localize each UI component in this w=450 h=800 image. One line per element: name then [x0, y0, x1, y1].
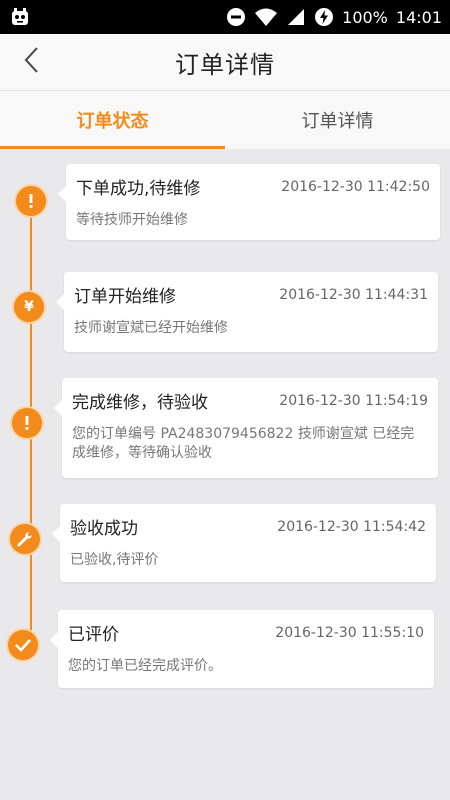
- status-time: 2016-12-30 11:55:10: [275, 624, 424, 641]
- timeline-node-exclamation-icon: [12, 408, 42, 438]
- timeline-node-exclamation-icon: [16, 186, 46, 216]
- status-desc: 技师谢宣斌已经开始维修: [74, 320, 228, 336]
- timeline-node-yen-icon: ¥: [14, 292, 44, 322]
- timeline-card[interactable]: 验收成功 2016-12-30 11:54:42 已验收,待评价: [52, 504, 436, 582]
- app-notification-icon: [10, 7, 30, 27]
- timeline-node-check-icon: [8, 630, 38, 660]
- status-time: 2016-12-30 11:54:42: [277, 518, 426, 535]
- clock: 14:01: [395, 7, 442, 27]
- timeline-card[interactable]: 下单成功,待维修 2016-12-30 11:42:50 等待技师开始维修: [58, 164, 440, 240]
- tab-bar: 订单状态 订单详情: [0, 91, 450, 149]
- status-title: 验收成功: [70, 519, 138, 539]
- app-header: 订单详情: [0, 34, 450, 91]
- status-bar: 100% 14:01: [0, 0, 450, 34]
- status-title: 下单成功,待维修: [76, 179, 201, 199]
- timeline-card[interactable]: 已评价 2016-12-30 11:55:10 您的订单已经完成评价。: [50, 610, 434, 688]
- status-title: 完成维修，待验收: [72, 393, 208, 413]
- timeline-card[interactable]: 完成维修，待验收 2016-12-30 11:54:19 您的订单编号 PA24…: [54, 378, 438, 478]
- cellular-signal-icon: [286, 7, 306, 27]
- status-time: 2016-12-30 11:54:19: [279, 392, 428, 409]
- battery-saver-icon: [314, 7, 334, 27]
- page-title: 订单详情: [175, 50, 275, 79]
- status-time: 2016-12-30 11:44:31: [279, 286, 428, 303]
- timeline-node-wrench-icon: [10, 524, 40, 554]
- wifi-icon: [254, 7, 278, 27]
- chevron-left-icon: [22, 45, 42, 79]
- status-desc: 您的订单已经完成评价。: [68, 658, 222, 674]
- status-desc: 已验收,待评价: [70, 552, 159, 568]
- back-button[interactable]: [14, 42, 50, 82]
- status-title: 已评价: [68, 625, 119, 645]
- timeline-card[interactable]: 订单开始维修 2016-12-30 11:44:31 技师谢宣斌已经开始维修: [56, 272, 438, 352]
- status-desc: 您的订单编号 PA2483079456822 技师谢宣斌 已经完成维修，等待确认…: [72, 426, 415, 461]
- tab-order-status[interactable]: 订单状态: [0, 91, 225, 149]
- tab-order-details[interactable]: 订单详情: [225, 91, 450, 149]
- status-desc: 等待技师开始维修: [76, 212, 188, 228]
- battery-level: 100%: [342, 7, 388, 27]
- status-time: 2016-12-30 11:42:50: [281, 178, 430, 195]
- do-not-disturb-icon: [226, 7, 246, 27]
- status-title: 订单开始维修: [74, 287, 176, 307]
